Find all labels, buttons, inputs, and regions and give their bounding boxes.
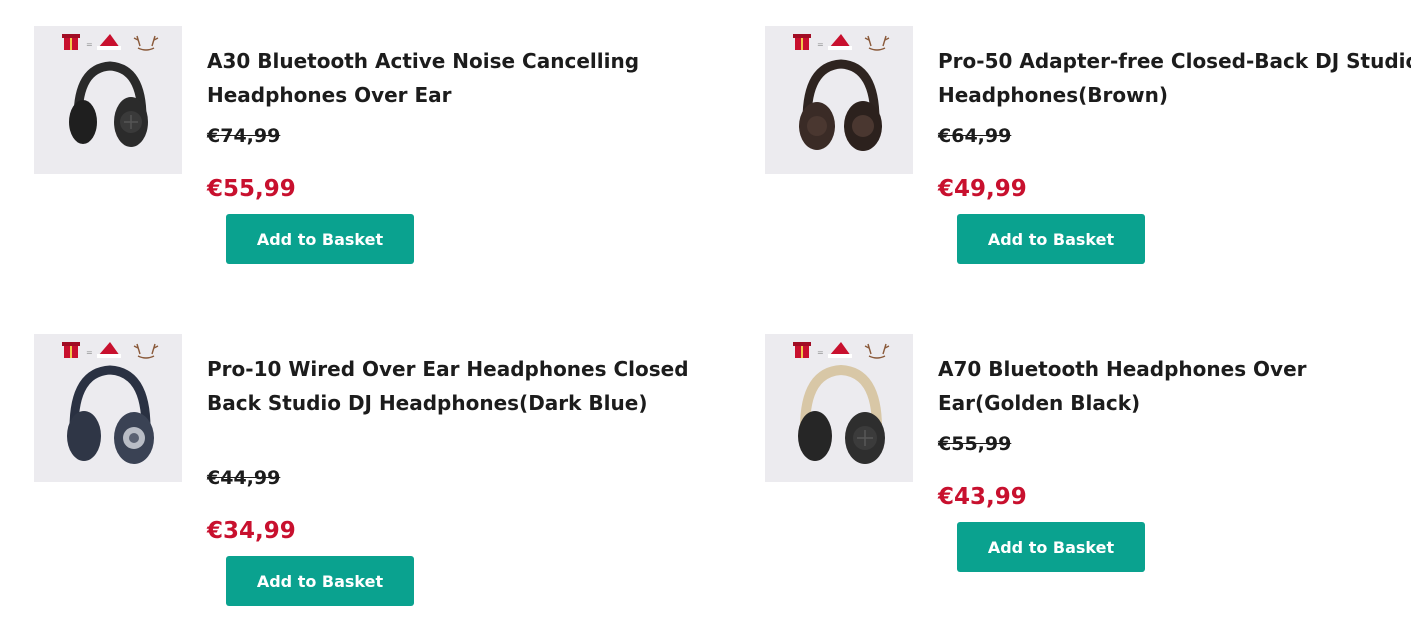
gift-icon [62, 342, 80, 358]
product-title[interactable]: Pro-10 Wired Over Ear Headphones Closed … [207, 352, 697, 420]
black-over-ear-headphones-icon [69, 61, 148, 147]
reindeer-antlers-icon [864, 343, 890, 359]
add-to-basket-button[interactable]: Add to Basket [226, 214, 414, 264]
reindeer-antlers-icon [133, 343, 159, 359]
santa-hat-icon [97, 342, 121, 358]
svg-text:=: = [817, 348, 824, 357]
sale-price: €43,99 [938, 484, 1027, 510]
svg-text:=: = [817, 40, 824, 49]
add-to-basket-button[interactable]: Add to Basket [957, 214, 1145, 264]
reindeer-antlers-icon [864, 35, 890, 51]
add-to-basket-button[interactable]: Add to Basket [957, 522, 1145, 572]
santa-hat-icon [828, 342, 852, 358]
santa-hat-icon [97, 34, 121, 50]
add-to-basket-button[interactable]: Add to Basket [226, 556, 414, 606]
product-image[interactable]: = [765, 334, 913, 482]
brown-dj-headphones-icon [799, 59, 882, 151]
sale-price: €49,99 [938, 176, 1027, 202]
sale-price: €34,99 [207, 518, 296, 544]
gift-icon [62, 34, 80, 50]
product-title[interactable]: Pro-50 Adapter-free Closed-Back DJ Studi… [938, 44, 1411, 112]
product-title[interactable]: A70 Bluetooth Headphones Over Ear(Golden… [938, 352, 1411, 420]
reindeer-antlers-icon [133, 35, 159, 51]
original-price: €44,99 [207, 467, 281, 489]
product-title[interactable]: A30 Bluetooth Active Noise Cancelling He… [207, 44, 697, 112]
sale-price: €55,99 [207, 176, 296, 202]
svg-text:=: = [86, 40, 93, 49]
gift-icon [793, 342, 811, 358]
svg-text:=: = [86, 348, 93, 357]
santa-hat-icon [828, 34, 852, 50]
product-image[interactable]: = [34, 334, 182, 482]
gift-icon [793, 34, 811, 50]
original-price: €74,99 [207, 125, 281, 147]
dark-blue-studio-headphones-icon [67, 365, 154, 464]
original-price: €55,99 [938, 433, 1012, 455]
golden-black-headphones-icon [798, 364, 885, 464]
original-price: €64,99 [938, 125, 1012, 147]
product-image[interactable]: = [765, 26, 913, 174]
product-image[interactable]: = [34, 26, 182, 174]
